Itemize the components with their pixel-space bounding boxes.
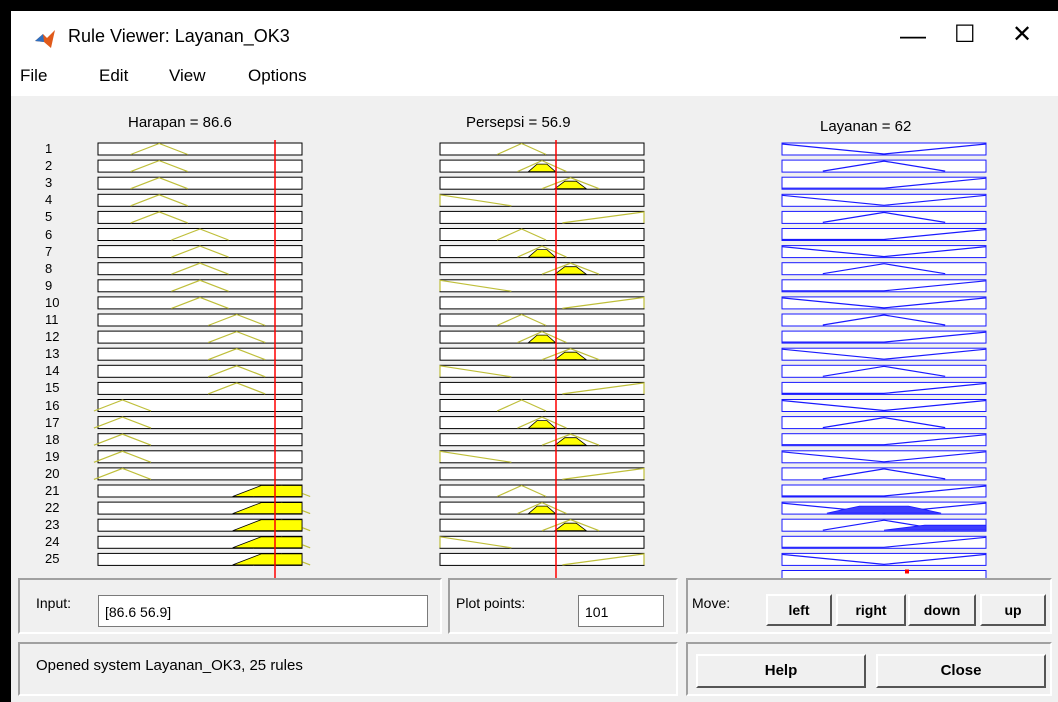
plot-points-field[interactable]: 101 [578,595,664,627]
rule-number: 1 [45,141,53,156]
rule-number: 12 [45,329,60,345]
rule-number: 8 [45,260,53,276]
rule-number: 5 [45,209,53,225]
matlab-logo-icon [35,30,55,48]
menu-edit[interactable]: Edit [99,66,128,86]
rule-number: 6 [45,226,53,242]
input-label: Input: [36,595,72,611]
rule-number: 9 [45,277,53,293]
rule-number: 14 [45,363,60,379]
column-header-harapan: Harapan = 86.6 [128,114,232,131]
maximize-icon[interactable]: ☐ [954,22,976,48]
rule-number: 22 [45,500,60,516]
menu-view[interactable]: View [169,66,206,86]
move-right-button[interactable]: right [836,594,906,626]
rule-number: 13 [45,346,60,362]
move-down-button[interactable]: down [908,594,976,626]
move-label: Move: [692,595,731,611]
rule-number: 10 [45,294,60,310]
close-icon[interactable]: ✕ [1012,22,1032,48]
rule-number: 16 [45,397,60,413]
rule-number: 24 [45,534,60,550]
close-button[interactable]: Close [876,654,1046,688]
column-header-persepsi: Persepsi = 56.9 [466,114,571,131]
plot-points-label: Plot points: [456,595,526,611]
rule-number: 25 [45,551,60,567]
column-header-layanan: Layanan = 62 [820,118,912,135]
status-text: Opened system Layanan_OK3, 25 rules [36,657,303,674]
rule-number: 18 [45,431,60,447]
rule-number: 21 [45,483,60,498]
rule-number: 17 [45,414,60,430]
help-button[interactable]: Help [696,654,866,688]
rule-number: 11 [45,312,59,327]
move-up-button[interactable]: up [980,594,1046,626]
window-title: Rule Viewer: Layanan_OK3 [68,26,290,46]
rule-number: 20 [45,465,60,481]
minimize-icon[interactable]: — [900,22,926,48]
move-left-button[interactable]: left [766,594,832,626]
rule-number: 4 [45,192,53,208]
input-field[interactable]: [86.6 56.9] [98,595,428,627]
rule-number: 19 [45,448,60,464]
rule-number: 15 [45,380,60,396]
menu-file[interactable]: File [20,66,47,86]
rule-number: 3 [45,175,53,191]
rule-number: 2 [45,158,53,174]
menu-options[interactable]: Options [248,66,307,86]
rule-number: 23 [45,517,60,533]
rule-number: 7 [45,243,53,259]
